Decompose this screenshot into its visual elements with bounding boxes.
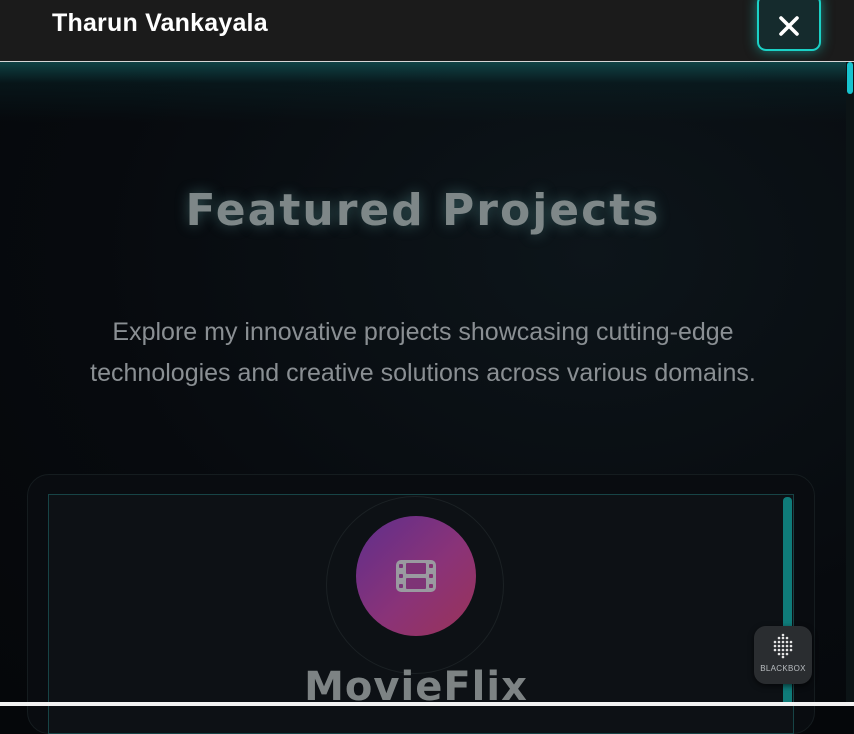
page-scrollbar[interactable] [846,62,854,706]
close-icon [779,15,799,36]
page-scrollbar-thumb[interactable] [847,62,853,94]
film-icon [396,560,436,592]
blackbox-widget[interactable]: BLACKBOX [754,626,812,684]
brand-name[interactable]: Tharun Vankayala [52,9,268,38]
project-icon-badge [356,516,476,636]
section-title: Featured Projects [185,185,661,236]
blackbox-logo-icon [773,633,793,659]
blackbox-label: BLACKBOX [760,664,806,673]
header-glow [0,62,846,122]
section-subtitle: Explore my innovative projects showcasin… [90,318,756,387]
close-menu-button[interactable] [757,0,821,51]
window-bottom-edge [0,702,854,706]
mobile-header: Tharun Vankayala [0,0,854,62]
